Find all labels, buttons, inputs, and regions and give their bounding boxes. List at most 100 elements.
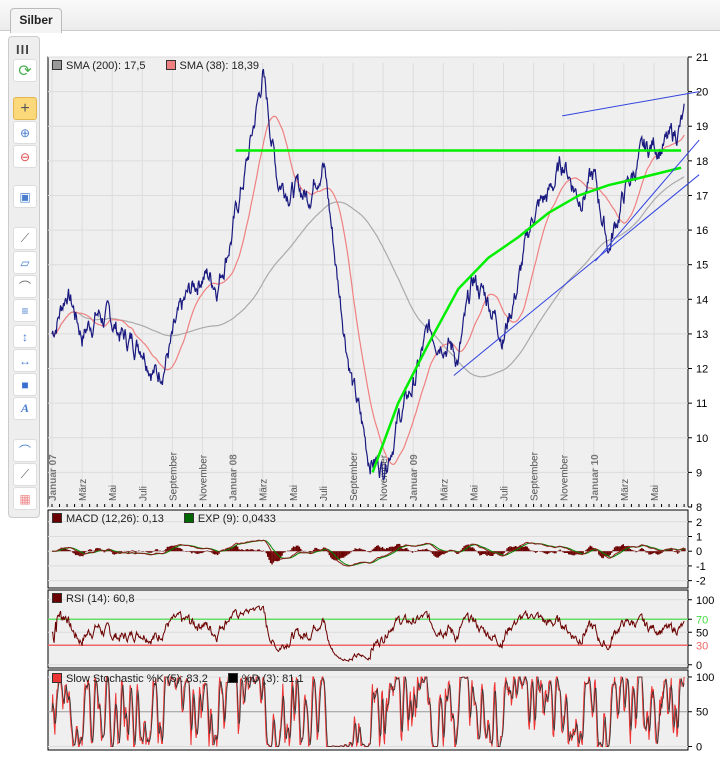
macd-histogram-bar (181, 549, 183, 552)
macd-histogram-bar (526, 546, 528, 552)
macd-histogram-bar (646, 551, 649, 553)
macd-histogram-bar (656, 551, 659, 555)
macd-histogram-bar (642, 549, 645, 552)
macd-histogram-bar (471, 547, 474, 552)
macd-histogram-bar (522, 546, 524, 552)
macd-histogram-bar (530, 550, 533, 552)
macd-histogram-bar (431, 551, 434, 555)
macd-histogram-bar (407, 549, 409, 552)
macd-histogram-bar (246, 549, 249, 552)
x-tick-label: März (620, 479, 631, 501)
macd-histogram-bar (428, 550, 431, 552)
macd-histogram-bar (643, 550, 646, 552)
macd-histogram-bar (148, 551, 150, 553)
macd-histogram-bar (676, 551, 679, 554)
macd-histogram-bar (360, 548, 362, 552)
macd-histogram-bar (373, 548, 375, 552)
macd-histogram-bar (613, 547, 616, 552)
macd-histogram-bar (615, 546, 617, 552)
stoch-legend: Slow Stochastic %K (5): 83,2 %D (3): 81,… (52, 673, 304, 685)
macd-histogram-bar (259, 550, 262, 552)
macd-histogram-bar (527, 548, 530, 552)
y-tick-label: 9 (696, 467, 702, 479)
macd-histogram-bar (641, 548, 643, 552)
macd-histogram-bar (391, 546, 394, 552)
macd-histogram-bar (639, 548, 642, 552)
macd-histogram-bar (353, 550, 355, 552)
y-tick-label: -1 (696, 561, 706, 573)
macd-histogram-bar (176, 547, 179, 552)
macd-histogram-bar (480, 551, 483, 556)
macd-histogram-bar (288, 550, 290, 552)
macd-histogram-bar (252, 549, 255, 552)
macd-histogram-bar (378, 546, 381, 552)
macd-histogram-bar (374, 547, 376, 552)
macd-histogram-bar (631, 549, 633, 552)
macd-histogram-bar (364, 550, 366, 552)
macd-histogram-bar (645, 551, 647, 553)
legend-label: %D (3): 81,1 (241, 673, 304, 685)
macd-histogram-bar (390, 546, 392, 552)
macd-histogram-bar (388, 546, 391, 552)
legend-label: SMA (38): 18,39 (179, 60, 260, 72)
macd-histogram-bar (569, 551, 571, 555)
y-tick-label: 100 (696, 595, 714, 607)
macd-histogram-bar (344, 551, 346, 557)
macd-histogram-bar (430, 551, 432, 553)
macd-histogram-bar (411, 551, 414, 553)
main-legend: SMA (200): 17,5 SMA (38): 18,39 (52, 60, 259, 72)
macd-histogram-bar (555, 551, 557, 554)
macd-histogram-bar (474, 550, 477, 552)
macd-histogram-bar (553, 551, 556, 554)
macd-histogram-bar (659, 551, 662, 554)
macd-histogram-bar (470, 547, 473, 552)
macd-histogram-bar (549, 551, 551, 553)
macd-histogram-bar (73, 551, 75, 554)
legend-stoch-k: Slow Stochastic %K (5): 83,2 (52, 673, 208, 685)
macd-histogram-bar (403, 549, 405, 552)
macd-histogram-bar (540, 551, 543, 552)
macd-histogram-bar (342, 551, 345, 558)
legend-sma38: SMA (38): 18,39 (165, 60, 260, 72)
macd-histogram-bar (284, 551, 286, 553)
macd-legend: MACD (12,26): 0,13 EXP (9): 0,0433 (52, 513, 276, 525)
macd-histogram-bar (179, 548, 182, 552)
macd-histogram-bar (418, 550, 421, 552)
macd-histogram-bar (658, 551, 660, 555)
macd-histogram-bar (649, 551, 652, 555)
legend-exp: EXP (9): 0,0433 (183, 513, 276, 525)
macd-histogram-bar (675, 551, 677, 553)
x-tick-label: März (78, 479, 89, 501)
legend-label: Slow Stochastic %K (5): 83,2 (66, 673, 208, 685)
macd-histogram-bar (211, 551, 213, 553)
macd-histogram-bar (417, 549, 419, 552)
macd-histogram-bar (547, 551, 550, 554)
macd-histogram-bar (385, 547, 388, 552)
macd-histogram-bar (340, 551, 342, 559)
macd-histogram-bar (277, 551, 279, 562)
x-tick-label: September (349, 451, 360, 501)
macd-histogram-bar (258, 549, 260, 552)
macd-histogram-bar (384, 549, 387, 552)
legend-label: EXP (9): 0,0433 (197, 513, 276, 525)
macd-histogram-bar (202, 551, 204, 553)
macd-histogram-bar (206, 550, 209, 552)
macd-histogram-bar (64, 548, 67, 552)
macd-histogram-bar (355, 548, 358, 552)
y-tick-label: 0 (696, 660, 702, 672)
macd-histogram-bar (245, 549, 247, 552)
macd-histogram-bar (381, 546, 384, 552)
legend-stoch-d: %D (3): 81,1 (227, 673, 304, 685)
macd-histogram-bar (357, 549, 359, 552)
macd-histogram-bar (654, 551, 656, 553)
macd-histogram-bar (199, 551, 202, 554)
macd-histogram-bar (74, 551, 77, 556)
macd-histogram-bar (375, 545, 378, 552)
macd-histogram-bar (638, 550, 640, 552)
y-tick-label: 100 (696, 672, 714, 684)
macd-histogram-bar (502, 551, 504, 555)
macd-histogram-bar (434, 551, 437, 557)
macd-histogram-bar (563, 551, 566, 554)
chart-area[interactable]: 89101112131415161718192021-2-10120305070… (0, 0, 720, 759)
macd-histogram-bar (552, 551, 554, 553)
